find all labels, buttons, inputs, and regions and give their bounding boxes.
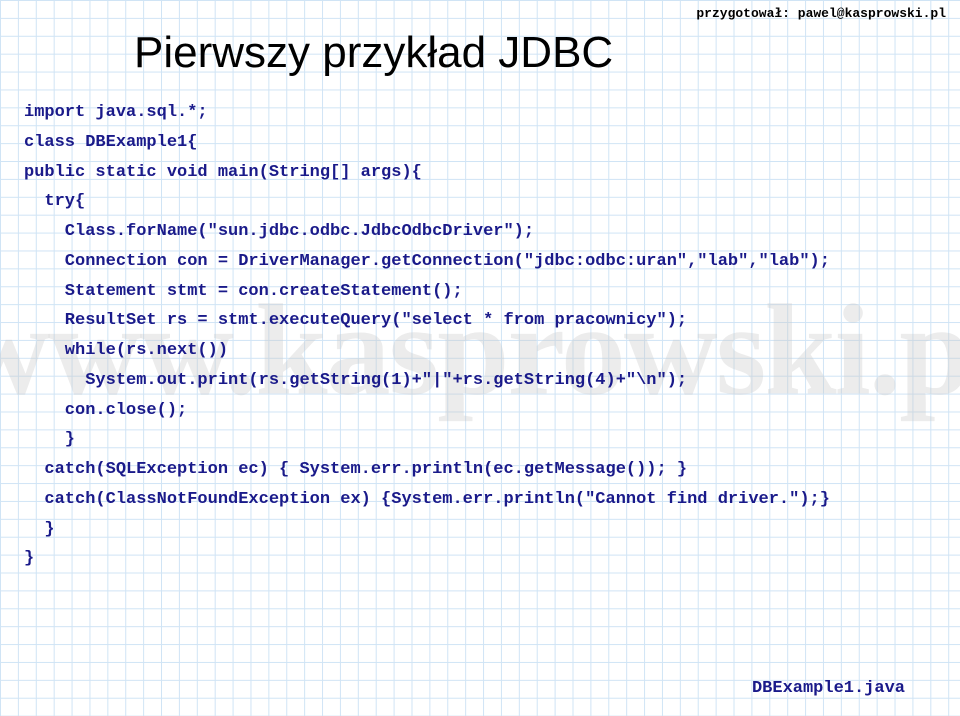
code-line: con.close();	[24, 401, 187, 420]
code-line: import java.sql.*;	[24, 103, 208, 122]
slide-title: Pierwszy przykład JDBC	[134, 28, 936, 78]
code-line: class DBExample1{	[24, 133, 197, 152]
slide-content: Pierwszy przykład JDBC import java.sql.*…	[0, 0, 960, 574]
code-line: }	[24, 549, 34, 568]
code-block: import java.sql.*; class DBExample1{ pub…	[24, 98, 936, 574]
code-line: catch(SQLException ec) { System.err.prin…	[24, 460, 687, 479]
code-line: System.out.print(rs.getString(1)+"|"+rs.…	[24, 371, 687, 390]
code-line: while(rs.next())	[24, 341, 228, 360]
code-line: }	[24, 520, 55, 539]
code-line: catch(ClassNotFoundException ex) {System…	[24, 490, 830, 509]
code-line: Statement stmt = con.createStatement();	[24, 282, 463, 301]
footer-filename: DBExample1.java	[752, 679, 905, 698]
code-line: Class.forName("sun.jdbc.odbc.JdbcOdbcDri…	[24, 222, 534, 241]
code-line: }	[24, 430, 75, 449]
code-line: try{	[24, 192, 85, 211]
header-credit: przygotował: pawel@kasprowski.pl	[696, 6, 946, 21]
code-line: ResultSet rs = stmt.executeQuery("select…	[24, 311, 687, 330]
code-line: Connection con = DriverManager.getConnec…	[24, 252, 830, 271]
code-line: public static void main(String[] args){	[24, 163, 422, 182]
